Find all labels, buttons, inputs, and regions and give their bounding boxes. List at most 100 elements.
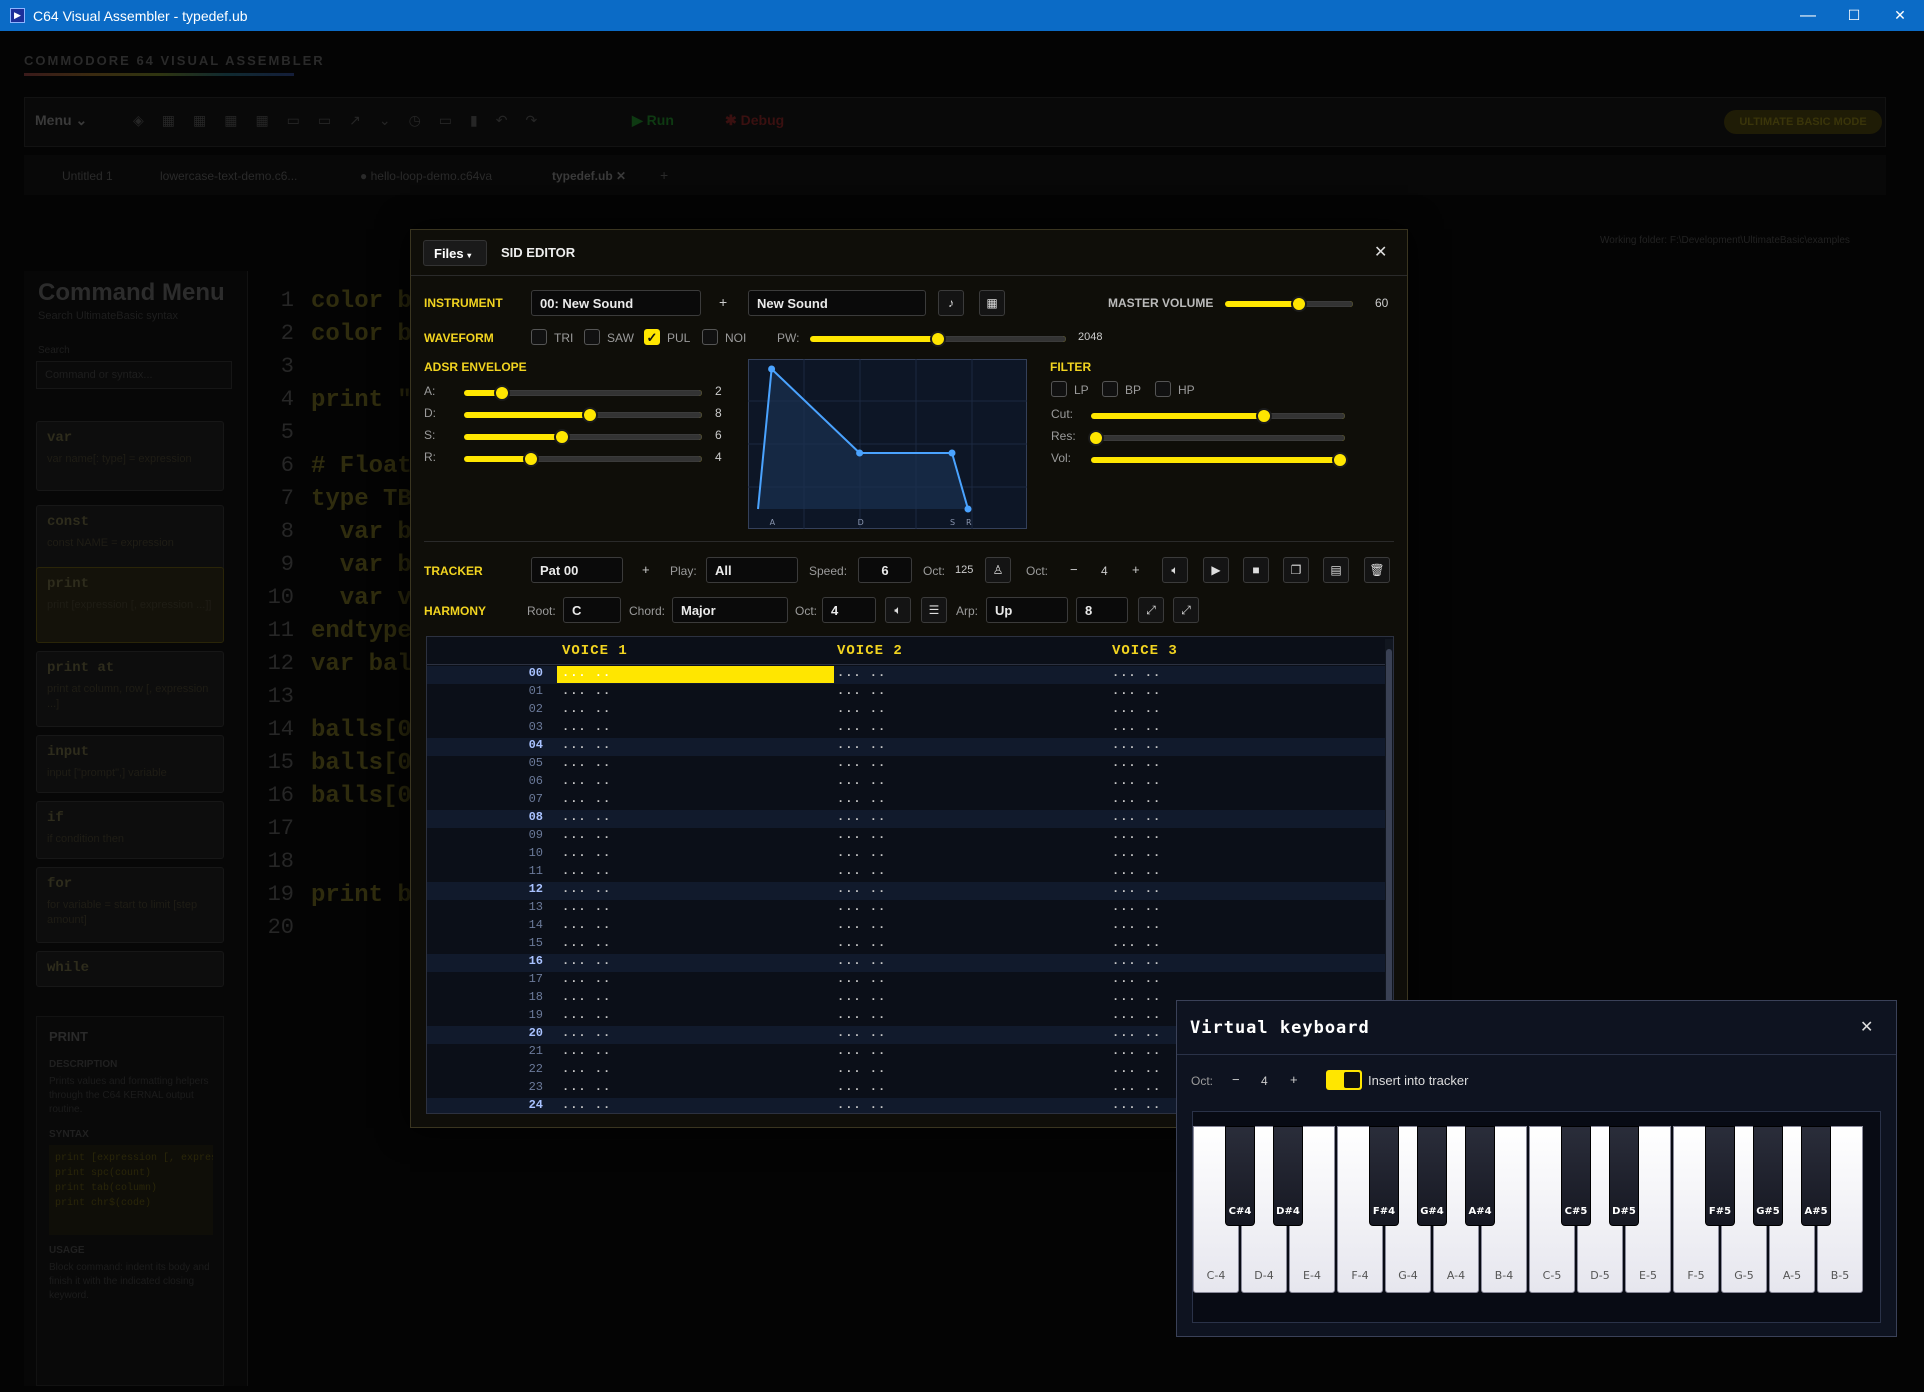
- envelope-point[interactable]: [948, 449, 956, 457]
- tracker-cell[interactable]: ... ..: [1112, 666, 1161, 680]
- tracker-row[interactable]: 03 ... .. ... .. ... ..: [427, 720, 1385, 738]
- tracker-row[interactable]: 04 ... .. ... .. ... ..: [427, 738, 1385, 756]
- filter-knob[interactable]: [1088, 430, 1104, 446]
- code-line[interactable]: type TBa: [311, 486, 426, 513]
- tracker-cell[interactable]: ... ..: [562, 1008, 611, 1022]
- tracker-cell[interactable]: ... ..: [562, 1026, 611, 1040]
- mode-badge[interactable]: ULTIMATE BASIC MODE: [1724, 110, 1882, 134]
- tracker-cell[interactable]: ... ..: [562, 900, 611, 914]
- paste-button[interactable]: ▤: [1323, 557, 1349, 583]
- filter-slider[interactable]: [1091, 452, 1348, 468]
- tracker-row[interactable]: 14 ... .. ... .. ... ..: [427, 918, 1385, 936]
- tracker-cell[interactable]: ... ..: [562, 810, 611, 824]
- harmony-preview-button[interactable]: 🔈︎: [885, 597, 911, 623]
- master-volume-knob[interactable]: [1291, 296, 1307, 312]
- tracker-cell[interactable]: ... ..: [1112, 1008, 1161, 1022]
- tracker-row[interactable]: 02 ... .. ... .. ... ..: [427, 702, 1385, 720]
- pulse-width-slider[interactable]: [810, 331, 1066, 347]
- code-line[interactable]: color bo: [311, 321, 426, 348]
- tracker-cell[interactable]: ... ..: [837, 972, 886, 986]
- black-key[interactable]: A#5: [1801, 1126, 1831, 1226]
- tracker-row[interactable]: 00... ..... ..... ..: [427, 666, 1385, 684]
- arp-expand-button[interactable]: ⤢: [1173, 597, 1199, 623]
- adsr-slider[interactable]: [464, 429, 702, 445]
- adsr-knob[interactable]: [554, 429, 570, 445]
- tab-typedef[interactable]: typedef.ub ✕: [552, 169, 626, 183]
- tracker-cell[interactable]: ... ..: [562, 1062, 611, 1076]
- filter-knob[interactable]: [1332, 452, 1348, 468]
- metronome-button[interactable]: ♙: [985, 557, 1011, 583]
- tracker-cell[interactable]: ... ..: [837, 1008, 886, 1022]
- instrument-name-input[interactable]: New Sound: [748, 290, 926, 316]
- black-key[interactable]: D#5: [1609, 1126, 1639, 1226]
- tracker-cell[interactable]: ... ..: [1112, 1026, 1161, 1040]
- command-search-input[interactable]: Command or syntax...: [36, 361, 232, 389]
- play-button[interactable]: ▶: [1203, 557, 1229, 583]
- tracker-cell[interactable]: ... ..: [837, 1026, 886, 1040]
- tracker-cell[interactable]: ... ..: [837, 756, 886, 770]
- note-icon-button[interactable]: ♪: [938, 290, 964, 316]
- add-instrument-button[interactable]: +: [719, 294, 727, 310]
- copy-button[interactable]: ❐: [1283, 557, 1309, 583]
- tracker-cell[interactable]: ... ..: [1112, 864, 1161, 878]
- arp-mode-select[interactable]: Up: [986, 597, 1068, 623]
- tracker-cell[interactable]: ... ..: [837, 990, 886, 1004]
- tracker-cell[interactable]: ... ..: [562, 1080, 611, 1094]
- tracker-row[interactable]: 15 ... .. ... .. ... ..: [427, 936, 1385, 954]
- tracker-cell[interactable]: ... ..: [1112, 756, 1161, 770]
- speed-input[interactable]: 6: [858, 557, 912, 583]
- waveform-pul-checkbox[interactable]: ✓: [644, 329, 660, 345]
- command-item-var[interactable]: var var name[: type] = expression: [36, 421, 224, 491]
- black-key[interactable]: C#4: [1225, 1126, 1255, 1226]
- tracker-cell[interactable]: ... ..: [562, 684, 611, 698]
- tracker-cell[interactable]: ... ..: [837, 666, 886, 680]
- code-line[interactable]: print ba: [311, 882, 426, 909]
- code-line[interactable]: balls[0]: [311, 717, 426, 744]
- adsr-knob[interactable]: [582, 407, 598, 423]
- tracker-cell[interactable]: ... ..: [1112, 828, 1161, 842]
- tracker-cell[interactable]: ... ..: [1112, 846, 1161, 860]
- tracker-row[interactable]: 11 ... .. ... .. ... ..: [427, 864, 1385, 882]
- code-line[interactable]: balls[0]: [311, 750, 426, 777]
- tracker-cell[interactable]: ... ..: [1112, 774, 1161, 788]
- play-mode-select[interactable]: All: [706, 557, 798, 583]
- tracker-cell[interactable]: ... ..: [562, 864, 611, 878]
- tracker-cell[interactable]: ... ..: [837, 792, 886, 806]
- tracker-cell[interactable]: ... ..: [562, 1044, 611, 1058]
- waveform-tri-checkbox[interactable]: [531, 329, 547, 345]
- filter-lp-checkbox[interactable]: [1051, 381, 1067, 397]
- files-menu-button[interactable]: Files ▾: [423, 240, 487, 266]
- black-key[interactable]: G#4: [1417, 1126, 1447, 1226]
- tracker-cell[interactable]: ... ..: [562, 792, 611, 806]
- mute-button[interactable]: 🔈︎: [1162, 557, 1188, 583]
- tracker-cell[interactable]: ... ..: [837, 720, 886, 734]
- delete-button[interactable]: 🗑︎: [1364, 557, 1390, 583]
- tracker-cell[interactable]: ... ..: [1112, 702, 1161, 716]
- tracker-cell[interactable]: ... ..: [557, 666, 834, 683]
- adsr-slider[interactable]: [464, 407, 702, 423]
- tracker-cell[interactable]: ... ..: [1112, 684, 1161, 698]
- adsr-knob[interactable]: [523, 451, 539, 467]
- tracker-cell[interactable]: ... ..: [562, 1098, 611, 1112]
- filter-slider[interactable]: [1088, 430, 1345, 446]
- tracker-cell[interactable]: ... ..: [562, 990, 611, 1004]
- code-line[interactable]: print "c: [311, 387, 426, 414]
- tracker-row[interactable]: 17 ... .. ... .. ... ..: [427, 972, 1385, 990]
- debug-button[interactable]: ✱ Debug: [725, 112, 784, 129]
- tracker-cell[interactable]: ... ..: [1112, 810, 1161, 824]
- chord-select[interactable]: Major: [672, 597, 788, 623]
- tracker-cell[interactable]: ... ..: [1112, 720, 1161, 734]
- maximize-button[interactable]: ☐: [1831, 0, 1877, 31]
- keyboard-oct-increase[interactable]: +: [1290, 1072, 1298, 1087]
- arp-apply-button[interactable]: ⤢: [1138, 597, 1164, 623]
- tracker-cell[interactable]: ... ..: [837, 684, 886, 698]
- tracker-cell[interactable]: ... ..: [837, 828, 886, 842]
- tracker-cell[interactable]: ... ..: [837, 900, 886, 914]
- keyboard-icon-button[interactable]: ▦: [979, 290, 1005, 316]
- code-line[interactable]: var b: [311, 552, 412, 579]
- tab-lowercase-demo[interactable]: lowercase-text-demo.c6...: [160, 169, 297, 183]
- code-line[interactable]: balls[0]: [311, 783, 426, 810]
- master-volume-slider[interactable]: [1225, 296, 1353, 312]
- command-item-const[interactable]: const const NAME = expression: [36, 505, 224, 575]
- tracker-cell[interactable]: ... ..: [1112, 1098, 1161, 1112]
